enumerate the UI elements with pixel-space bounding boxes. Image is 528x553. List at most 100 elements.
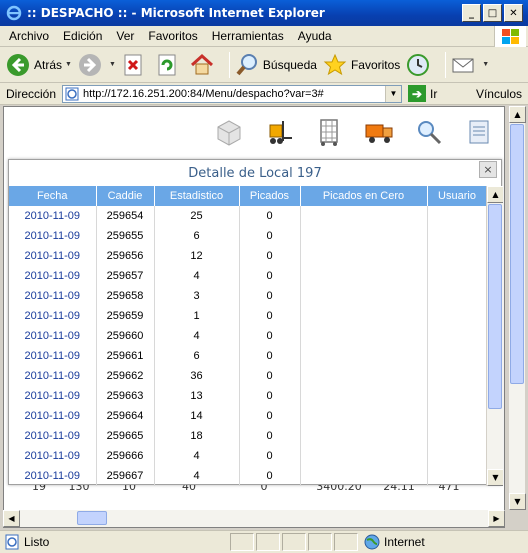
table-row[interactable]: 2010-11-09 259655 6 0 (9, 226, 488, 246)
cell-picados-cero (300, 326, 428, 346)
table-row[interactable]: 2010-11-09 259657 4 0 (9, 266, 488, 286)
stop-button[interactable] (122, 53, 150, 77)
back-dropdown-icon[interactable]: ▼ (65, 61, 72, 68)
cell-fecha[interactable]: 2010-11-09 (9, 346, 97, 366)
security-zone[interactable]: Internet (360, 534, 425, 550)
links-label[interactable]: Vínculos (476, 87, 522, 101)
favorites-button[interactable]: Favoritos (323, 53, 400, 77)
page-horizontal-scrollbar[interactable]: ◀ ▶ (3, 510, 505, 527)
cell-picados: 0 (239, 346, 301, 366)
column-header-fecha[interactable]: Fecha (9, 186, 97, 206)
grid-scroll-up-icon[interactable]: ▲ (487, 186, 503, 203)
table-row[interactable]: 2010-11-09 259664 14 0 (9, 406, 488, 426)
column-header-picados-cero[interactable]: Picados en Cero (300, 186, 428, 206)
scroll-down-icon[interactable]: ▼ (509, 493, 526, 510)
cell-fecha[interactable]: 2010-11-09 (9, 266, 97, 286)
cell-picados-cero (300, 446, 428, 466)
column-header-estadistico[interactable]: Estadistico (154, 186, 240, 206)
menu-archivo[interactable]: Archivo (4, 29, 58, 43)
mail-button[interactable]: ▼ (451, 53, 489, 77)
scroll-right-icon[interactable]: ▶ (488, 510, 505, 527)
back-button[interactable]: Atrás ▼ (6, 53, 72, 77)
scroll-up-icon[interactable]: ▲ (509, 106, 526, 123)
history-button[interactable] (406, 53, 434, 77)
forward-button[interactable]: ▼ (78, 53, 116, 77)
magnifier-icon[interactable] (414, 117, 444, 147)
menu-favoritos[interactable]: Favoritos (143, 29, 206, 43)
table-row[interactable]: 2010-11-09 259666 4 0 (9, 446, 488, 466)
scroll-left-icon[interactable]: ◀ (3, 510, 20, 527)
box-icon[interactable] (214, 117, 244, 147)
minimize-button[interactable]: _ (462, 4, 481, 22)
menu-edicion[interactable]: Edición (58, 29, 111, 43)
cart-icon[interactable] (314, 117, 344, 147)
cell-picados-cero (300, 206, 428, 226)
home-button[interactable] (190, 53, 218, 77)
cell-picados: 0 (239, 326, 301, 346)
table-row[interactable]: 2010-11-09 259661 6 0 (9, 346, 488, 366)
cell-fecha[interactable]: 2010-11-09 (9, 406, 97, 426)
table-row[interactable]: 2010-11-09 259667 4 0 (9, 466, 488, 486)
table-row[interactable]: 2010-11-09 259663 13 0 (9, 386, 488, 406)
table-row[interactable]: 2010-11-09 259660 4 0 (9, 326, 488, 346)
menu-ayuda[interactable]: Ayuda (293, 29, 341, 43)
column-header-picados[interactable]: Picados (239, 186, 301, 206)
cell-fecha[interactable]: 2010-11-09 (9, 446, 97, 466)
grid-vertical-scrollbar[interactable]: ▲ ▼ (486, 186, 503, 486)
cell-fecha[interactable]: 2010-11-09 (9, 386, 97, 406)
page-vertical-scrollbar[interactable]: ▲ ▼ (508, 106, 526, 510)
cell-picados: 0 (239, 246, 301, 266)
cell-fecha[interactable]: 2010-11-09 (9, 246, 97, 266)
cell-fecha[interactable]: 2010-11-09 (9, 466, 97, 486)
table-row[interactable]: 2010-11-09 259654 25 0 (9, 206, 488, 226)
truck-icon[interactable] (364, 117, 394, 147)
column-header-usuario[interactable]: Usuario (427, 186, 488, 206)
page-hscroll-thumb[interactable] (77, 511, 107, 525)
address-input[interactable]: http://172.16.251.200:84/Menu/despacho?v… (62, 84, 403, 103)
table-row[interactable]: 2010-11-09 259656 12 0 (9, 246, 488, 266)
table-row[interactable]: 2010-11-09 259665 18 0 (9, 426, 488, 446)
cell-fecha[interactable]: 2010-11-09 (9, 286, 97, 306)
back-arrow-icon (6, 53, 30, 77)
maximize-button[interactable]: □ (483, 4, 502, 22)
cell-fecha[interactable]: 2010-11-09 (9, 326, 97, 346)
cell-estadistico: 3 (154, 286, 240, 306)
table-row[interactable]: 2010-11-09 259662 36 0 (9, 366, 488, 386)
toolbar-separator (228, 51, 230, 78)
table-row[interactable]: 2010-11-09 259659 1 0 (9, 306, 488, 326)
search-button[interactable]: Búsqueda (235, 53, 317, 77)
cell-caddie: 259665 (96, 426, 155, 446)
modal-close-button[interactable]: × (479, 161, 497, 178)
grid-scroll-thumb[interactable] (488, 204, 502, 409)
cell-fecha[interactable]: 2010-11-09 (9, 206, 97, 226)
table-row[interactable]: 2010-11-09 259658 3 0 (9, 286, 488, 306)
cell-fecha[interactable]: 2010-11-09 (9, 306, 97, 326)
grid-scroll-down-icon[interactable]: ▼ (487, 469, 503, 486)
page-scroll-thumb[interactable] (510, 124, 524, 384)
cell-picados-cero (300, 346, 428, 366)
status-pane (256, 533, 280, 551)
cell-usuario (427, 246, 488, 266)
windows-logo-icon (494, 26, 526, 47)
search-label: Búsqueda (262, 57, 317, 72)
menu-ver[interactable]: Ver (111, 29, 143, 43)
cell-picados: 0 (239, 206, 301, 226)
forward-dropdown-icon[interactable]: ▼ (109, 61, 116, 68)
document-icon[interactable] (464, 117, 494, 147)
menu-herramientas[interactable]: Herramientas (207, 29, 293, 43)
cell-fecha[interactable]: 2010-11-09 (9, 366, 97, 386)
detail-modal: Detalle de Local 197 × Fecha Caddie Esta… (8, 159, 503, 486)
close-window-button[interactable]: ✕ (504, 4, 523, 22)
refresh-button[interactable] (156, 53, 184, 77)
cell-estadistico: 18 (154, 426, 240, 446)
column-header-caddie[interactable]: Caddie (96, 186, 155, 206)
go-arrow-icon: ➔ (408, 85, 427, 102)
address-dropdown-icon[interactable]: ▼ (385, 85, 402, 102)
cell-fecha[interactable]: 2010-11-09 (9, 426, 97, 446)
cell-caddie: 259659 (96, 306, 155, 326)
cell-usuario (427, 446, 488, 466)
cell-fecha[interactable]: 2010-11-09 (9, 226, 97, 246)
mail-dropdown-icon[interactable]: ▼ (482, 61, 489, 68)
forklift-icon[interactable] (264, 117, 294, 147)
go-button[interactable]: ➔ Ir (408, 85, 437, 102)
